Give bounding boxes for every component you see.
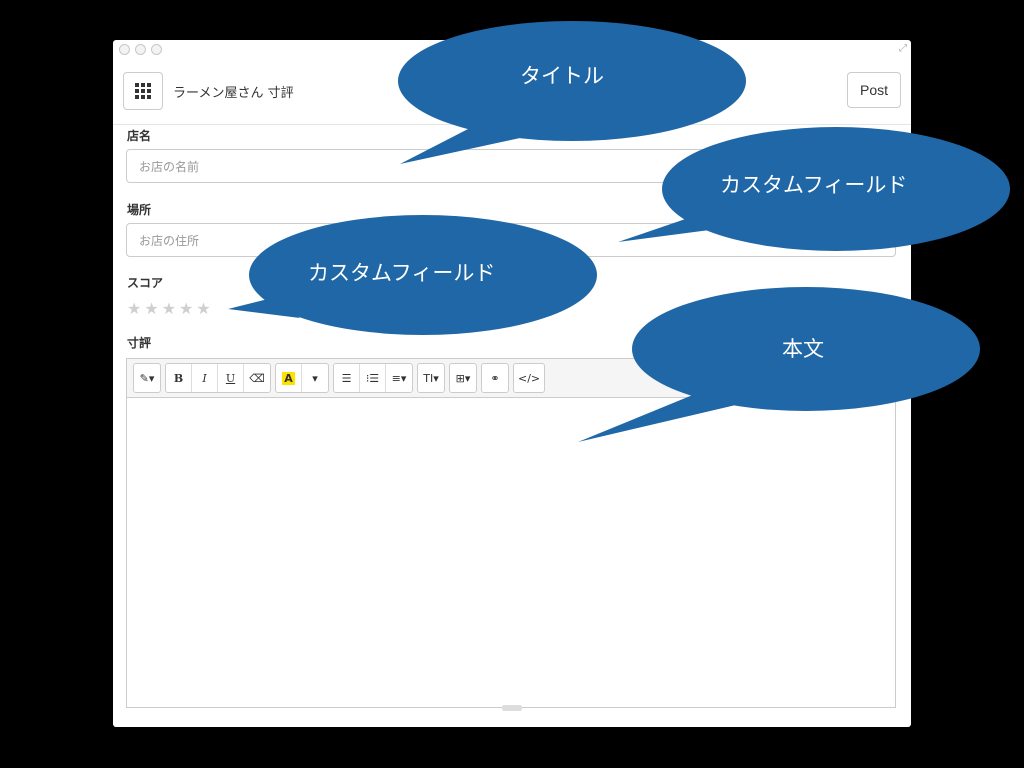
callout-body-text: 本文: [782, 337, 824, 361]
